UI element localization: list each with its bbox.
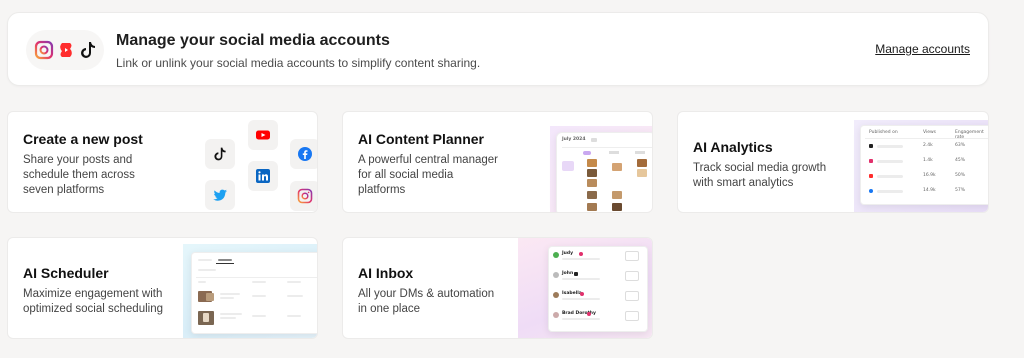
- table-cell: 2.4k: [923, 143, 933, 148]
- table-header: Published on: [869, 130, 898, 135]
- table-cell: 45%: [955, 158, 966, 163]
- calendar-month-label: July 2024: [562, 137, 586, 142]
- table-cell: 57%: [955, 188, 966, 193]
- desc-line: platforms: [358, 184, 406, 196]
- inbox-preview: Judy John Isabella Brad Dorothy: [518, 238, 652, 338]
- desc-line: All your DMs & automation: [358, 288, 495, 300]
- card-title: Create a new post: [23, 131, 143, 147]
- ai-content-planner-card[interactable]: AI Content Planner A powerful central ma…: [342, 111, 653, 213]
- desc-line: with smart analytics: [693, 177, 794, 189]
- card-description: Track social media growth with smart ana…: [693, 161, 826, 191]
- card-title: AI Scheduler: [23, 265, 109, 281]
- contact-name: John: [562, 271, 574, 276]
- table-cell: 14.9k: [923, 188, 936, 193]
- instagram-icon: [869, 159, 873, 163]
- desc-line: A powerful central manager: [358, 154, 498, 166]
- tiktok-icon: [81, 42, 95, 58]
- desc-line: Share your posts and: [23, 154, 133, 166]
- card-title: AI Inbox: [358, 265, 414, 281]
- desc-line: optimized social scheduling: [23, 303, 163, 315]
- twitter-icon: [205, 180, 235, 210]
- card-description: Maximize engagement with optimized socia…: [23, 287, 163, 317]
- table-cell: 1.4k: [923, 158, 933, 163]
- tiktok-icon: [869, 144, 873, 148]
- social-icons-group: [26, 30, 104, 70]
- table-header: Views: [923, 130, 937, 135]
- desc-line: Maximize engagement with: [23, 288, 163, 300]
- desc-line: seven platforms: [23, 184, 105, 196]
- ai-scheduler-card[interactable]: AI Scheduler Maximize engagement with op…: [7, 237, 318, 339]
- linkedin-icon: [248, 161, 278, 191]
- ai-analytics-card[interactable]: AI Analytics Track social media growth w…: [677, 111, 989, 213]
- table-cell: 16.9k: [923, 173, 936, 178]
- card-description: Share your posts and schedule them acros…: [23, 153, 135, 198]
- desc-line: in one place: [358, 303, 421, 315]
- table-cell: 50%: [955, 173, 966, 178]
- banner-subtitle: Link or unlink your social media account…: [116, 56, 481, 70]
- planner-preview: July 2024: [550, 126, 652, 212]
- manage-accounts-link[interactable]: Manage accounts: [875, 42, 970, 56]
- ai-inbox-card[interactable]: AI Inbox All your DMs & automation in on…: [342, 237, 653, 339]
- card-description: A powerful central manager for all socia…: [358, 153, 498, 198]
- scheduler-preview: [183, 244, 317, 338]
- instagram-icon: [290, 181, 317, 211]
- card-title: AI Analytics: [693, 139, 773, 155]
- contact-name: Judy: [562, 251, 574, 256]
- accounts-banner: Manage your social media accounts Link o…: [7, 12, 989, 86]
- instagram-icon: [34, 40, 54, 60]
- table-cell: 63%: [955, 143, 966, 148]
- create-post-card[interactable]: Create a new post Share your posts and s…: [7, 111, 318, 213]
- tiktok-icon: [205, 139, 235, 169]
- banner-title: Manage your social media accounts: [116, 32, 390, 49]
- desc-line: schedule them across: [23, 169, 135, 181]
- card-description: All your DMs & automation in one place: [358, 287, 494, 317]
- facebook-icon: [290, 139, 317, 169]
- contact-name: Isabella: [562, 291, 582, 296]
- youtube-shorts-icon: [869, 174, 873, 178]
- youtube-icon: [248, 120, 278, 150]
- desc-line: for all social media: [358, 169, 454, 181]
- desc-line: Track social media growth: [693, 162, 827, 174]
- facebook-icon: [869, 189, 873, 193]
- analytics-preview: Published on Views Engagement rate 2.4k …: [854, 120, 988, 212]
- card-title: AI Content Planner: [358, 131, 485, 147]
- youtube-shorts-icon: [60, 43, 72, 57]
